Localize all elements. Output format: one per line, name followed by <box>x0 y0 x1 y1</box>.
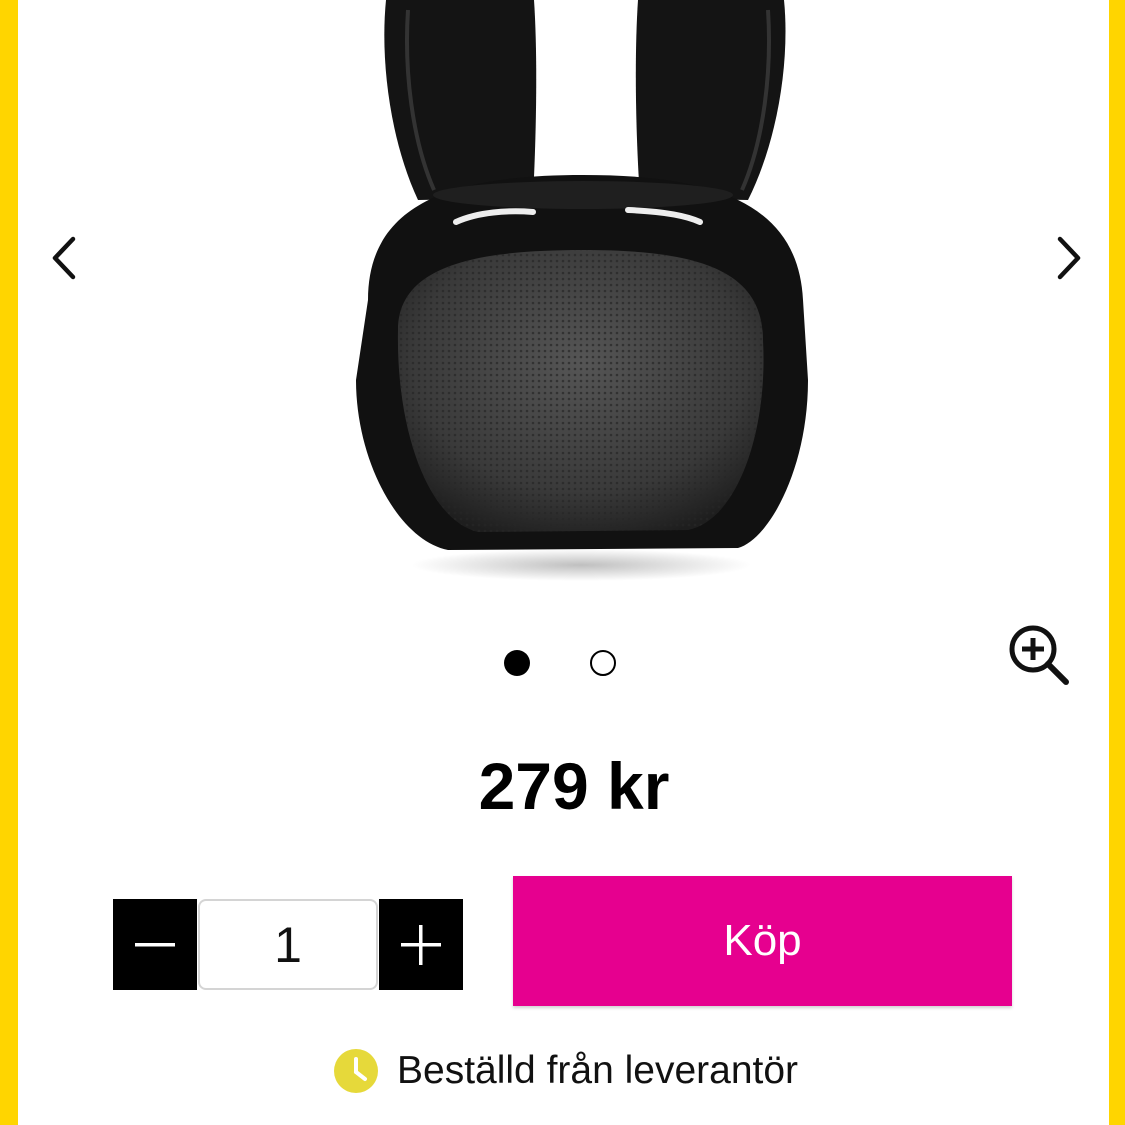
availability-status: Beställd från leverantör <box>333 1046 798 1096</box>
product-image[interactable] <box>338 0 828 600</box>
gallery-dot-1[interactable] <box>504 650 530 676</box>
plus-icon <box>401 924 441 965</box>
gallery-prev-button[interactable] <box>34 228 94 288</box>
quantity-increase-button[interactable] <box>379 899 463 990</box>
minus-icon <box>135 942 175 946</box>
buy-button[interactable]: Köp <box>513 876 1012 1006</box>
chevron-right-icon <box>1057 236 1081 280</box>
gallery-next-button[interactable] <box>1039 228 1099 288</box>
chevron-left-icon <box>52 236 76 280</box>
gallery-pagination <box>502 648 638 682</box>
zoom-in-icon[interactable] <box>1006 622 1072 688</box>
availability-status-text: Beställd från leverantör <box>397 1049 799 1092</box>
quantity-input[interactable] <box>198 899 378 990</box>
clock-icon <box>334 1049 378 1093</box>
quantity-decrease-button[interactable] <box>113 899 197 990</box>
gallery-dot-2[interactable] <box>590 650 616 676</box>
product-price: 279 kr <box>478 749 670 823</box>
product-panel: 279 kr Köp Beställd från leverantör <box>18 0 1109 1125</box>
